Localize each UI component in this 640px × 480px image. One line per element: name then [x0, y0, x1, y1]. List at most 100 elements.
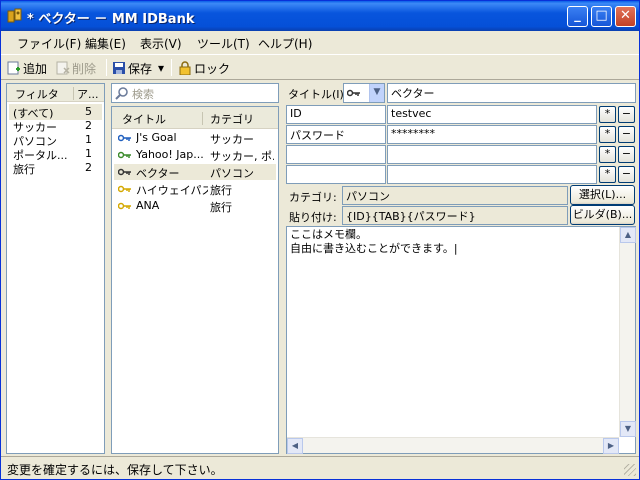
- menu-bar: ファイル(F) 編集(E) 表示(V) ツール(T) ヘルプ(H): [1, 31, 639, 53]
- entry-category: サッカー: [210, 133, 254, 146]
- entry-list-header: タイトル カテゴリ: [112, 107, 278, 129]
- field-name-password[interactable]: パスワード: [286, 125, 386, 144]
- memo-text: ここはメモ欄。 自由に書き込むことができます。|: [290, 228, 458, 255]
- filter-name: 旅行: [13, 163, 35, 176]
- menu-view[interactable]: 表示(V): [140, 35, 182, 52]
- field-value-empty[interactable]: [387, 145, 597, 164]
- save-dropdown-arrow[interactable]: ▾: [158, 59, 164, 77]
- key-icon: [118, 168, 131, 176]
- key-icon: [118, 134, 131, 142]
- entry-category: 旅行: [210, 184, 232, 197]
- memo-vertical-scrollbar[interactable]: ▲ ▼: [619, 227, 636, 437]
- key-icon: [118, 151, 131, 159]
- title-bar[interactable]: * ベクター － MM IDBank _ □ ✕: [1, 1, 639, 31]
- resize-grip[interactable]: [624, 464, 636, 476]
- delete-button[interactable]: 削除: [56, 59, 96, 77]
- menu-file[interactable]: ファイル(F): [17, 35, 81, 52]
- chevron-down-icon: ▼: [369, 84, 384, 102]
- status-text: 変更を確定するには、保存して下さい。: [7, 463, 223, 477]
- select-category-button[interactable]: 選択(L)...: [570, 185, 635, 205]
- save-label: 保存: [128, 61, 153, 76]
- field-name-empty[interactable]: [286, 145, 386, 164]
- key-icon: [118, 185, 131, 193]
- entry-row[interactable]: ANA 旅行: [114, 198, 276, 214]
- memo-horizontal-scrollbar[interactable]: ◀ ▶: [287, 437, 619, 454]
- remove-field-button[interactable]: −: [618, 126, 635, 143]
- add-icon: [7, 61, 20, 75]
- scroll-right-icon[interactable]: ▶: [603, 438, 619, 454]
- entry-title: ANA: [136, 199, 160, 212]
- filter-header: フィルタ ア...: [7, 84, 104, 102]
- filter-panel: フィルタ ア... (すべて) 5 サッカー 2 パソコン 1 ポータル... …: [6, 83, 105, 454]
- mask-toggle-button[interactable]: *: [599, 106, 616, 123]
- entry-row[interactable]: Yahoo! Jap... サッカー, ポ...: [114, 147, 276, 163]
- delete-label: 削除: [72, 61, 97, 76]
- delete-icon: [56, 61, 70, 75]
- add-label: 追加: [23, 61, 48, 76]
- key-icon-select[interactable]: ▼: [343, 83, 385, 103]
- paste-label: 貼り付け:: [289, 211, 337, 224]
- category-value: パソコン: [342, 186, 568, 205]
- scroll-left-icon[interactable]: ◀: [287, 438, 303, 454]
- title-input[interactable]: ベクター: [387, 83, 636, 103]
- filter-count: 5: [85, 105, 92, 118]
- minimize-button[interactable]: _: [567, 6, 588, 27]
- menu-tools[interactable]: ツール(T): [197, 35, 250, 52]
- filter-count: 2: [85, 161, 92, 174]
- menu-edit[interactable]: 編集(E): [85, 35, 126, 52]
- mask-toggle-button[interactable]: *: [599, 126, 616, 143]
- entry-title: ハイウェイパス: [136, 184, 208, 197]
- toolbar: 追加 削除 保存 ▾ ロック: [1, 54, 639, 80]
- memo-textarea[interactable]: ここはメモ欄。 自由に書き込むことができます。| ▲ ▼ ◀ ▶: [286, 226, 636, 454]
- search-icon: [115, 87, 128, 100]
- app-icon: [7, 8, 22, 23]
- remove-field-button[interactable]: −: [618, 146, 635, 163]
- maximize-button[interactable]: □: [591, 6, 612, 27]
- builder-button[interactable]: ビルダ(B)...: [570, 205, 635, 225]
- entry-row[interactable]: J's Goal サッカー: [114, 130, 276, 146]
- paste-template-value: {ID}{TAB}{パスワード}: [342, 206, 568, 225]
- category-column-header[interactable]: カテゴリ: [210, 111, 254, 127]
- field-value-password[interactable]: ********: [387, 125, 597, 144]
- window-title: * ベクター － MM IDBank: [27, 12, 195, 27]
- entry-title: ベクター: [136, 167, 180, 180]
- scroll-up-icon[interactable]: ▲: [620, 227, 636, 243]
- filter-count: 1: [85, 147, 92, 160]
- filter-column-header[interactable]: フィルタ: [15, 86, 59, 102]
- key-icon: [118, 202, 131, 210]
- mask-toggle-button[interactable]: *: [599, 166, 616, 183]
- entry-row-selected[interactable]: ベクター パソコン: [114, 164, 276, 180]
- save-button[interactable]: 保存: [112, 59, 152, 77]
- lock-icon: [179, 61, 191, 75]
- entry-title: Yahoo! Jap...: [136, 148, 204, 161]
- title-column-header[interactable]: タイトル: [122, 111, 166, 127]
- entry-category: 旅行: [210, 201, 232, 214]
- count-column-header[interactable]: ア...: [77, 86, 99, 102]
- filter-count: 1: [85, 133, 92, 146]
- mask-toggle-button[interactable]: *: [599, 146, 616, 163]
- status-bar: 変更を確定するには、保存して下さい。: [1, 456, 639, 479]
- add-button[interactable]: 追加: [7, 59, 47, 77]
- search-placeholder: 検索: [132, 88, 154, 101]
- entry-category: サッカー, ポ...: [210, 150, 274, 163]
- lock-button[interactable]: ロック: [178, 59, 230, 77]
- menu-help[interactable]: ヘルプ(H): [258, 35, 312, 52]
- field-name-empty[interactable]: [286, 165, 386, 184]
- search-box[interactable]: 検索: [111, 83, 279, 103]
- filter-row[interactable]: 旅行 2: [9, 160, 102, 176]
- remove-field-button[interactable]: −: [618, 166, 635, 183]
- scroll-down-icon[interactable]: ▼: [620, 421, 636, 437]
- entry-row[interactable]: ハイウェイパス 旅行: [114, 181, 276, 197]
- lock-label: ロック: [194, 61, 231, 76]
- save-icon: [113, 62, 125, 74]
- close-button[interactable]: ✕: [615, 6, 636, 27]
- title-label: タイトル(I):: [288, 88, 348, 101]
- remove-field-button[interactable]: −: [618, 106, 635, 123]
- app-window: * ベクター － MM IDBank _ □ ✕ ファイル(F) 編集(E) 表…: [0, 0, 640, 480]
- field-name-id[interactable]: ID: [286, 105, 386, 124]
- field-value-empty[interactable]: [387, 165, 597, 184]
- field-value-id[interactable]: testvec: [387, 105, 597, 124]
- entry-category: パソコン: [210, 167, 254, 180]
- entry-list-panel: タイトル カテゴリ J's Goal サッカー Yahoo! Jap... サッ…: [111, 106, 279, 454]
- entry-title: J's Goal: [136, 131, 177, 144]
